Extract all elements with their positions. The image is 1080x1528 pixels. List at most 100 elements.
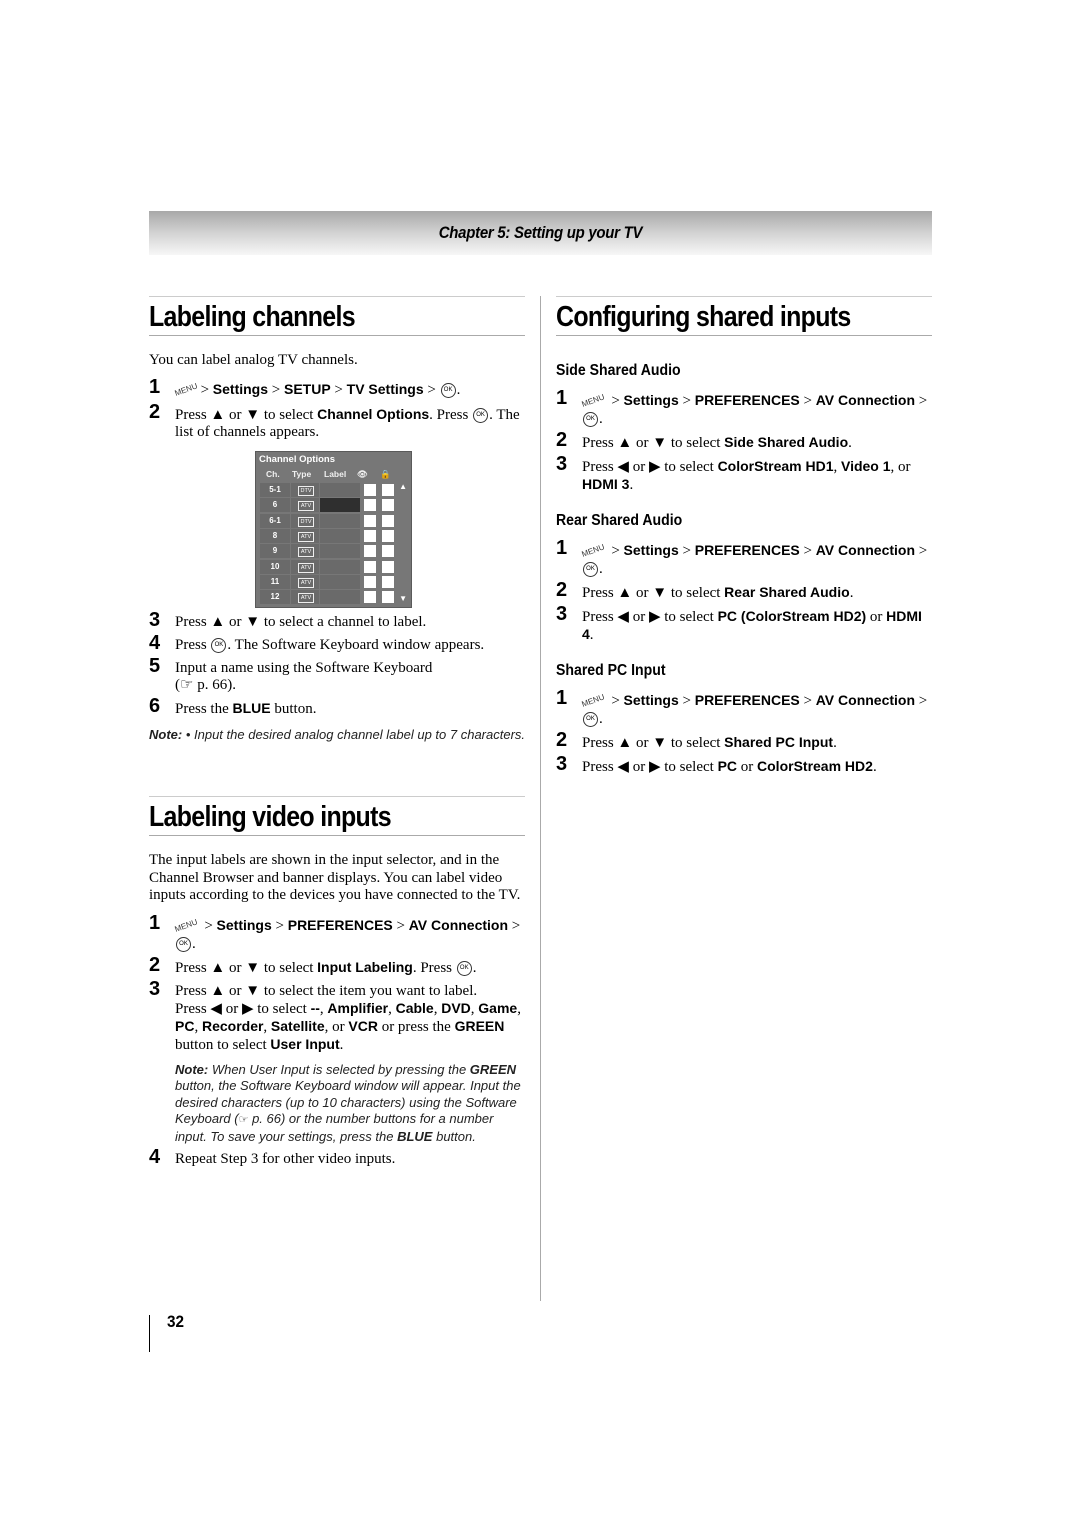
channel-type-badge: ATV	[298, 531, 314, 542]
menu-path: > Settings > SETUP > TV Settings >	[201, 380, 440, 398]
subsection-heading-text: Shared PC Input	[556, 662, 666, 679]
menu-path-item: Settings	[623, 542, 679, 558]
channel-type-badge: ATV	[298, 547, 314, 558]
subsection-heading-text: Side Shared Audio	[556, 362, 681, 379]
ok-button-icon: OK	[583, 712, 598, 728]
option-name: Rear Shared Audio	[724, 584, 850, 600]
option-value: ColorStream HD2	[757, 758, 873, 774]
separator: or	[737, 759, 758, 775]
skip-checkbox[interactable]	[364, 545, 376, 558]
option-name: Side Shared Audio	[724, 434, 849, 450]
channel-label-field	[320, 574, 360, 589]
step-3: 3 Press ◀ or ▶ to select PC or ColorStrea…	[556, 753, 932, 776]
channel-row[interactable]: 5-1 DTV	[260, 483, 395, 498]
step-2: 2 Press ▲ or ▼ to select Input Labeling. …	[149, 953, 477, 976]
section-side-shared-audio: Side Shared Audio 1 MENU > Settings > PREF…	[556, 362, 932, 494]
channel-label-field	[320, 498, 360, 513]
input-label-option: --	[310, 999, 320, 1016]
shared-input-sections: Side Shared Audio 1 MENU > Settings > PREF…	[556, 362, 932, 776]
menu-button-icon: MENU	[580, 542, 606, 559]
lock-icon: 🔒	[380, 469, 391, 479]
lock-checkbox[interactable]	[382, 591, 394, 604]
channel-row[interactable]: 12 ATV	[260, 590, 395, 605]
menu-button-icon: MENU	[580, 692, 606, 709]
page-number: 32	[167, 1312, 185, 1331]
section-heading-configuring-shared-inputs: Configuring shared inputs	[556, 296, 932, 336]
step-number: 1	[556, 687, 568, 709]
page-number-rule	[149, 1315, 150, 1352]
step-1: 1 MENU > Settings > PREFERENCES > AV Con…	[149, 911, 521, 952]
lock-checkbox[interactable]	[382, 484, 394, 496]
channel-type-badge: ATV	[298, 501, 314, 512]
step-number: 1	[149, 375, 161, 398]
skip-checkbox[interactable]	[364, 499, 376, 512]
skip-checkbox[interactable]	[364, 560, 376, 573]
channel-type: ATV	[291, 590, 319, 605]
channel-number: 9	[260, 544, 290, 559]
step-3: 3 Press ◀ or ▶ to select ColorStream HD1,…	[556, 453, 932, 494]
separator: .	[872, 759, 877, 775]
menu-path-item: AV Connection	[815, 392, 916, 408]
step-1: 1 MENU > Settings > PREFERENCES > AV Conn…	[556, 387, 928, 428]
separator: ,	[833, 459, 841, 475]
subsection-heading: Side Shared Audio	[556, 362, 932, 380]
input-label-option: Game	[478, 999, 518, 1016]
channel-row[interactable]: 6 ATV	[260, 498, 395, 513]
step-number: 2	[149, 400, 161, 423]
menu-path-item: PREFERENCES	[694, 692, 800, 708]
subsection-heading: Shared PC Input	[556, 662, 932, 680]
channel-number: 11	[260, 574, 290, 589]
separator: >	[423, 381, 440, 398]
menu-path-item: SETUP	[283, 380, 331, 397]
channel-row[interactable]: 8 ATV	[260, 528, 395, 544]
skip-checkbox[interactable]	[364, 514, 376, 527]
channel-row[interactable]: 9 ATV	[260, 544, 395, 559]
skip-checkbox[interactable]	[364, 529, 376, 542]
lock-checkbox[interactable]	[382, 529, 394, 542]
skip-checkbox[interactable]	[364, 484, 376, 496]
ok-button-icon: OK	[583, 412, 598, 428]
separator: .	[589, 627, 594, 643]
menu-path-item: AV Connection	[815, 692, 916, 708]
step-number: 1	[556, 537, 568, 559]
separator: ,	[194, 1018, 202, 1035]
step-number: 2	[556, 729, 568, 751]
ok-button-icon: OK	[583, 562, 598, 578]
channel-row[interactable]: 10 ATV	[260, 559, 395, 575]
skip-checkbox[interactable]	[364, 575, 376, 588]
section-rear-shared-audio: Rear Shared Audio 1 MENU > Settings > PREF…	[556, 512, 932, 644]
input-label-option: Amplifier	[327, 999, 389, 1016]
step-2: 2 Press ▲ or ▼ to select Rear Shared Audi…	[556, 579, 854, 601]
column-divider	[540, 296, 541, 1301]
step-6: 6 Press the BLUE button.	[149, 695, 317, 717]
menu-path-item: TV Settings	[346, 380, 424, 397]
section-heading-labeling-video-inputs: Labeling video inputs	[149, 796, 525, 836]
skip-checkbox[interactable]	[364, 591, 376, 604]
lock-checkbox[interactable]	[382, 575, 394, 588]
lock-checkbox[interactable]	[382, 514, 394, 527]
lock-checkbox[interactable]	[382, 499, 394, 512]
left-column: Labeling channels You can label analog T…	[149, 296, 525, 441]
channel-type: ATV	[291, 574, 319, 589]
step-number: 3	[556, 753, 568, 775]
scroll-down-arrow[interactable]: ▼	[399, 594, 407, 603]
input-label-option: Recorder	[201, 1017, 264, 1034]
separator: >	[330, 381, 347, 398]
subsection-heading-text: Rear Shared Audio	[556, 512, 683, 529]
ok-button-icon: OK	[176, 936, 191, 952]
lock-checkbox[interactable]	[382, 560, 394, 573]
eye-skip-icon: 👁	[357, 469, 368, 479]
step-1: 1 MENU > Settings > PREFERENCES > AV Conn…	[556, 537, 928, 578]
channel-type: DTV	[291, 513, 319, 528]
separator: ,	[517, 1000, 521, 1017]
channel-label-field	[320, 559, 360, 574]
channel-type-badge: ATV	[298, 562, 314, 573]
input-label-option: Cable	[395, 999, 434, 1016]
scroll-up-arrow[interactable]: ▲	[399, 482, 407, 491]
channel-row[interactable]: 6-1 DTV	[260, 513, 395, 529]
step-text: Press ◀ or ▶ to select	[582, 759, 718, 775]
step-number: 3	[556, 453, 568, 475]
lock-checkbox[interactable]	[382, 545, 394, 558]
channel-row[interactable]: 11 ATV	[260, 574, 395, 590]
input-label-option: Satellite	[270, 1017, 325, 1034]
